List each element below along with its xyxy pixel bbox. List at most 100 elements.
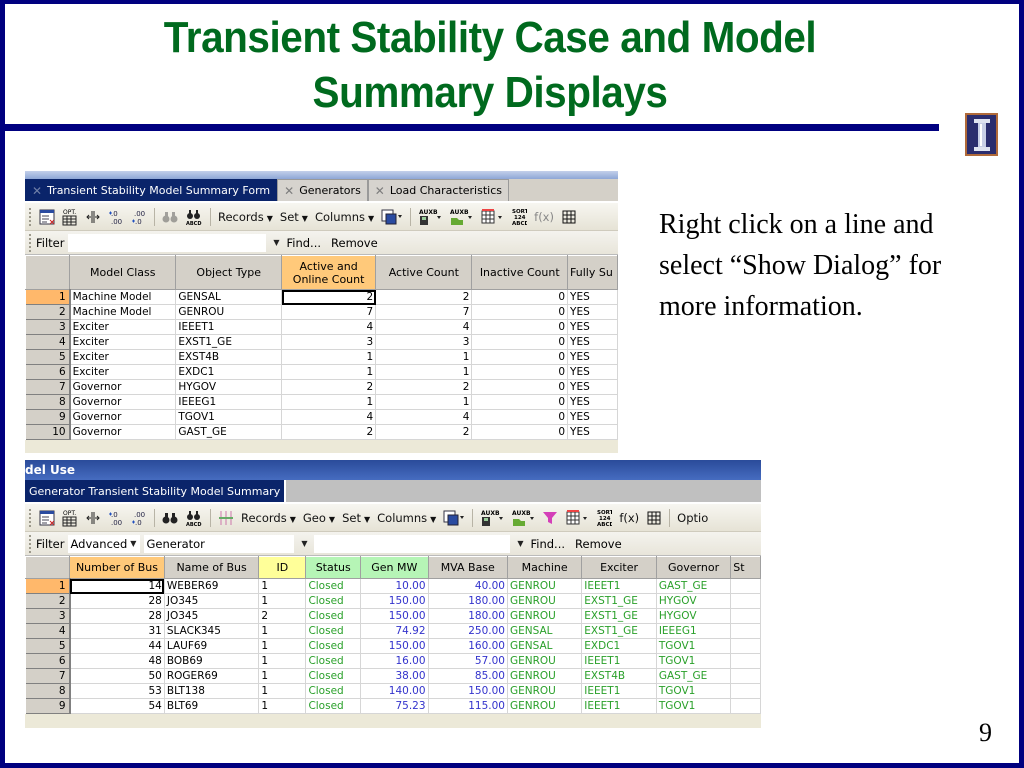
find-icon[interactable] [162,509,178,527]
increase-decimal-icon[interactable]: .0.00 [108,509,124,527]
row-number-cell[interactable]: 8 [25,683,71,699]
column-header[interactable]: Active Count [375,255,473,290]
table-cell[interactable]: 180.00 [428,608,508,624]
table-cell[interactable]: GAST_GE [656,668,732,684]
table-cell[interactable]: IEEET1 [581,578,657,594]
table-cell[interactable]: Closed [305,638,362,654]
table-cell[interactable]: 0 [471,289,569,305]
row-number-header[interactable] [25,255,71,290]
table-cell[interactable]: BLT69 [164,698,260,714]
table-cell[interactable]: 44 [69,638,165,654]
table-cell[interactable]: Governor [69,409,177,425]
table-cell[interactable]: GAST_GE [656,578,732,594]
filter-input[interactable] [314,534,511,553]
row-number-cell[interactable]: 3 [25,319,71,335]
table-cell[interactable]: TGOV1 [175,409,283,425]
table-cell[interactable]: 53 [69,683,165,699]
table-icon[interactable] [39,208,55,226]
table-cell[interactable]: YES [567,304,618,320]
filter-input[interactable] [68,233,267,252]
row-number-cell[interactable]: 7 [25,668,71,684]
table-cell[interactable] [730,578,761,594]
table-cell[interactable]: EXDC1 [581,638,657,654]
table-cell[interactable]: 1 [281,349,377,365]
table-cell[interactable]: Machine Model [69,289,177,305]
table-cell[interactable]: TGOV1 [656,698,732,714]
remove-button[interactable]: Remove [331,236,378,250]
table-cell[interactable]: 140.00 [360,683,429,699]
table-cell[interactable]: Exciter [69,364,177,380]
table-cell[interactable]: 1 [258,683,307,699]
set-menu[interactable]: Set ▼ [342,511,370,525]
toolbar-grip[interactable] [29,534,32,553]
row-number-cell[interactable]: 1 [25,289,71,305]
table-cell[interactable]: EXST1_GE [175,334,283,350]
table-cell[interactable]: 160.00 [428,638,508,654]
column-resize-icon[interactable] [85,208,101,226]
table-row[interactable]: 9 54 BLT69 1 Closed 75.23 115.00 GENROU IEEET1 TG… [25,698,761,714]
table-cell[interactable]: 0 [471,334,569,350]
table-cell[interactable]: 250.00 [428,623,508,639]
table-cell[interactable]: 3 [375,334,473,350]
sort-icon[interactable]: SORT 124 ABCD [511,208,527,227]
table-cell[interactable]: 1 [281,364,377,380]
column-header[interactable]: Fully Su [567,255,618,290]
grid-icon[interactable] [561,208,577,226]
table-cell[interactable]: YES [567,379,618,395]
table-row[interactable]: 4 Exciter EXST1_GE 3 3 0 YES [25,334,618,350]
table-cell[interactable]: 150.00 [360,593,429,609]
table-cell[interactable] [730,698,761,714]
table-cell[interactable]: LAUF69 [164,638,260,654]
aux-save-icon[interactable]: AUXB [480,509,504,527]
table-cell[interactable]: IEEET1 [581,653,657,669]
table-cell[interactable]: 54 [69,698,165,714]
table-cell[interactable]: 0 [471,304,569,320]
row-number-cell[interactable]: 5 [25,638,71,654]
table-cell[interactable]: GENROU [175,304,283,320]
table-cell[interactable]: EXST4B [175,349,283,365]
table-row[interactable]: 10 Governor GAST_GE 2 2 0 YES [25,424,618,440]
table-cell[interactable] [730,608,761,624]
table-cell[interactable]: 38.00 [360,668,429,684]
table-row[interactable]: 3 Exciter IEEET1 4 4 0 YES [25,319,618,335]
table-cell[interactable]: 7 [375,304,473,320]
table-cell[interactable]: IEEET1 [581,683,657,699]
table-cell[interactable]: 0 [471,319,569,335]
formula-button[interactable]: f(x) [619,511,639,525]
table-cell[interactable]: 28 [69,593,165,609]
table-cell[interactable]: GENROU [507,578,583,594]
row-number-cell[interactable]: 9 [25,409,71,425]
row-number-cell[interactable]: 6 [25,364,71,380]
table-row[interactable]: 1 14 WEBER69 1 Closed 10.00 40.00 GENROU IEEET1 G… [25,578,761,594]
table-cell[interactable] [730,683,761,699]
aux-load-icon[interactable]: AUXB [511,509,535,527]
table-cell[interactable]: SLACK345 [164,623,260,639]
table-cell[interactable]: 1 [375,394,473,410]
table-cell[interactable]: JO345 [164,593,260,609]
table-cell[interactable]: 4 [281,319,377,335]
table-cell[interactable]: 2 [375,379,473,395]
table-cell[interactable]: 75.23 [360,698,429,714]
columns-menu[interactable]: Columns ▼ [315,210,374,224]
table-row[interactable]: 5 Exciter EXST4B 1 1 0 YES [25,349,618,365]
table-cell[interactable]: 4 [281,409,377,425]
tab-transient-stability-model-summary[interactable]: ✕ Transient Stability Model Summary Form [25,179,278,201]
close-tab-icon[interactable]: ✕ [284,184,294,198]
decrease-decimal-icon[interactable]: .00.0 [131,208,147,226]
table-cell[interactable]: IEEET1 [175,319,283,335]
table-cell[interactable] [730,638,761,654]
grid-color-icon[interactable] [565,509,589,527]
column-color-icon[interactable] [218,509,234,527]
table-row[interactable]: 8 Governor IEEEG1 1 1 0 YES [25,394,618,410]
find-abcd-icon[interactable]: ABCD [185,208,203,226]
table-cell[interactable]: BLT138 [164,683,260,699]
table-cell[interactable]: EXDC1 [175,364,283,380]
remove-button[interactable]: Remove [575,537,622,551]
table-cell[interactable]: 2 [281,424,377,440]
table-cell[interactable]: IEEEG1 [175,394,283,410]
table-cell[interactable]: 3 [281,334,377,350]
table-cell[interactable]: 0 [471,364,569,380]
table-cell[interactable]: GENROU [507,653,583,669]
table-cell[interactable]: GENROU [507,668,583,684]
formula-button[interactable]: f(x) [534,210,554,224]
